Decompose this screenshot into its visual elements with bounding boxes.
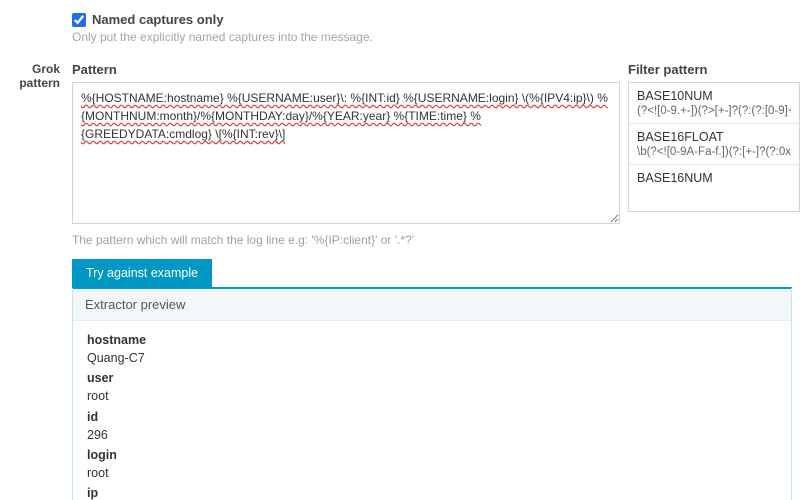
pattern-label: Pattern xyxy=(72,62,620,77)
filter-item-regex: (?<![0-9.+-])(?>[+-]?(?:(?:[0-9]+(?: xyxy=(637,105,791,117)
pattern-row: Grok pattern Pattern The pattern which w… xyxy=(0,62,800,247)
filter-item-name: BASE16FLOAT xyxy=(637,130,791,144)
named-captures-help: Only put the explicitly named captures i… xyxy=(72,30,620,44)
pattern-textarea[interactable] xyxy=(72,82,620,224)
pattern-hint: The pattern which will match the log lin… xyxy=(72,233,620,247)
filter-item-regex: \b(?<![0-9A-Fa-f.])(?:[+-]?(?:0x)?(? xyxy=(637,146,791,158)
preview-section: Try against example Extractor preview ho… xyxy=(72,259,792,500)
named-captures-checkbox[interactable] xyxy=(72,13,86,27)
filter-item-name: BASE16NUM xyxy=(637,171,791,185)
extracted-key: hostname xyxy=(87,331,777,349)
extractor-preview-header: Extractor preview xyxy=(73,289,791,321)
extracted-key: login xyxy=(87,446,777,464)
named-captures-label: Named captures only xyxy=(92,12,224,27)
filter-item[interactable]: BASE16NUM xyxy=(629,165,799,193)
extracted-key: id xyxy=(87,408,777,426)
named-captures-row: Named captures only Only put the explici… xyxy=(0,12,800,44)
filter-item[interactable]: BASE16FLOAT \b(?<![0-9A-Fa-f.])(?:[+-]?(… xyxy=(629,124,799,165)
filter-pattern-list[interactable]: BASE10NUM (?<![0-9.+-])(?>[+-]?(?:(?:[0-… xyxy=(628,82,800,212)
try-against-example-button[interactable]: Try against example xyxy=(72,259,212,287)
grok-pattern-label: Grok pattern xyxy=(0,62,72,90)
filter-item-name: BASE10NUM xyxy=(637,89,791,103)
extracted-value: root xyxy=(87,387,777,405)
extractor-preview-body: hostname Quang-C7 user root id 296 login… xyxy=(73,321,791,500)
extracted-value: Quang-C7 xyxy=(87,349,777,367)
filter-item[interactable]: BASE10NUM (?<![0-9.+-])(?>[+-]?(?:(?:[0-… xyxy=(629,83,799,124)
extractor-preview-panel: Extractor preview hostname Quang-C7 user… xyxy=(72,287,792,500)
extracted-key: ip xyxy=(87,484,777,500)
extracted-key: user xyxy=(87,369,777,387)
filter-pattern-label: Filter pattern xyxy=(628,62,800,77)
grok-pattern-editor: Named captures only Only put the explici… xyxy=(0,0,800,500)
extracted-value: 296 xyxy=(87,426,777,444)
extracted-value: root xyxy=(87,464,777,482)
